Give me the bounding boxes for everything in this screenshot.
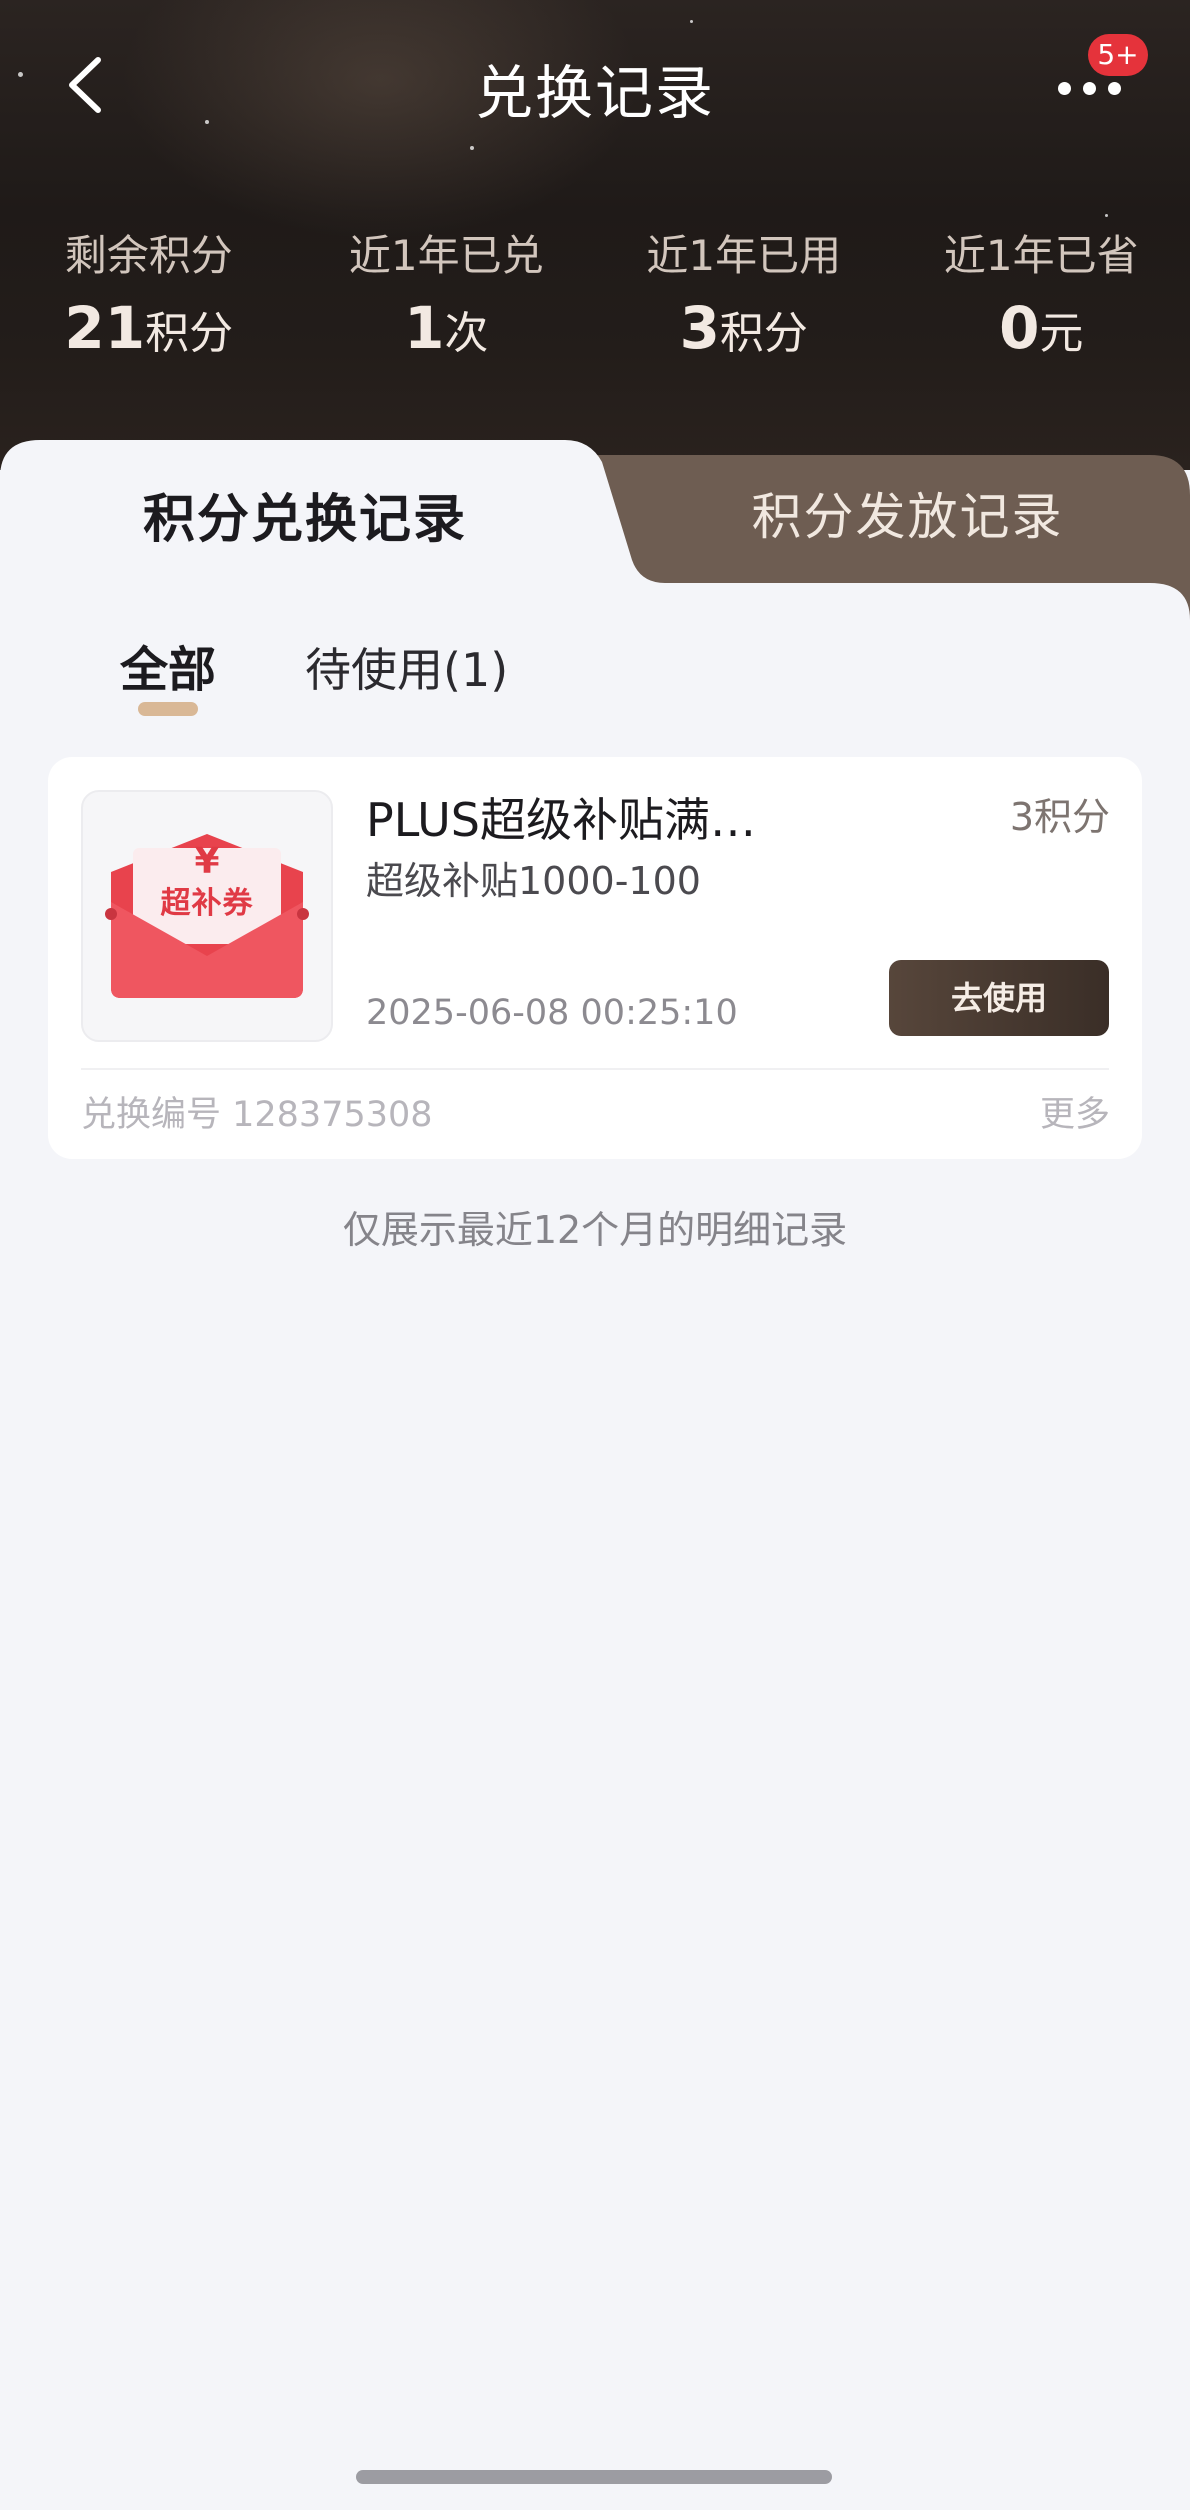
item-subtitle: 超级补贴1000-100 [366,859,701,903]
coupon-label: 超补券 [160,886,254,921]
tab-exchange-records[interactable]: 积分兑换记录 [0,440,610,600]
home-indicator [356,2470,832,2484]
more-link[interactable]: 更多 [1040,1087,1110,1143]
use-button[interactable]: 去使用 [889,960,1109,1036]
footer-note: 仅展示最近12个月的明细记录 [342,1208,848,1252]
item-title: PLUS超级补贴满… [366,793,756,847]
record-card[interactable]: ¥ 超补券 PLUS超级补贴满… 3积分 超级补贴1000-100 2025-0… [48,757,1142,1159]
filter-all[interactable]: 全部 [118,638,218,702]
order-number: 兑换编号 128375308 [81,1095,433,1135]
filter-active-indicator [138,702,198,716]
item-points: 3积分 [1009,795,1110,839]
card-divider [81,1068,1109,1070]
coupon-yen: ¥ [194,841,220,882]
tab-issue-records[interactable]: 积分发放记录 [625,440,1190,595]
coupon-thumbnail: ¥ 超补券 [81,790,333,1042]
filter-pending[interactable]: 待使用(1) [305,638,508,702]
item-date: 2025-06-08 00:25:10 [366,993,738,1033]
